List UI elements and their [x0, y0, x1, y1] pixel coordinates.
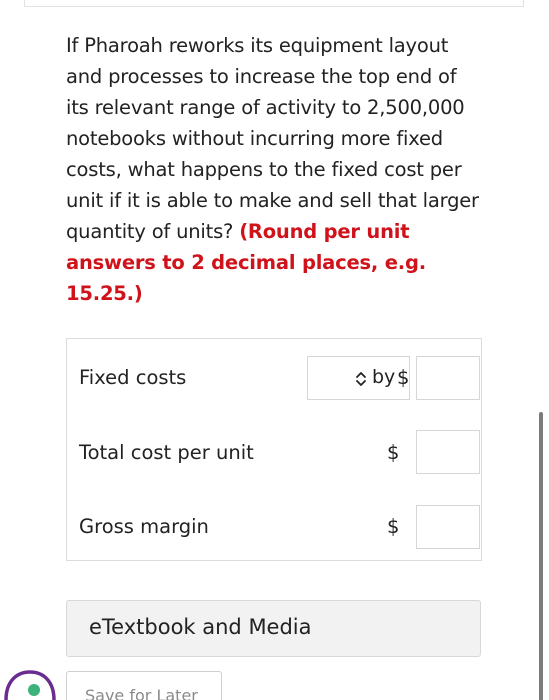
question-line: If Pharoah reworks its equipment layout: [66, 34, 449, 57]
question-line: notebooks without incurring more fixed: [66, 127, 443, 150]
rounding-instruction: 15.25.): [66, 282, 143, 305]
question-line: quantity of units? (Round per unit: [66, 216, 486, 247]
rounding-instruction: (Round per unit: [239, 220, 410, 243]
scrollbar[interactable]: [539, 412, 543, 700]
fixed-costs-label: Fixed costs: [79, 366, 187, 389]
save-for-later-label: Save for Later: [85, 686, 198, 700]
question-text: If Pharoah reworks its equipment layout …: [66, 30, 486, 309]
total-cost-per-unit-currency: $: [387, 441, 400, 464]
fixed-costs-amount-input[interactable]: [416, 356, 480, 400]
rounding-instruction: answers to 2 decimal places, e.g.: [66, 251, 426, 274]
question-line: its relevant range of activity to 2,500,…: [66, 96, 465, 119]
etextbook-and-media-label: eTextbook and Media: [89, 615, 312, 639]
question-page: If Pharoah reworks its equipment layout …: [0, 0, 549, 700]
gross-margin-currency: $: [387, 515, 400, 538]
question-line: costs, what happens to the fixed cost pe…: [66, 158, 462, 181]
question-line-plain: quantity of units?: [66, 220, 240, 243]
etextbook-and-media-button[interactable]: eTextbook and Media: [66, 600, 481, 657]
question-line: unit if it is able to make and sell that…: [66, 189, 479, 212]
gross-margin-label: Gross margin: [79, 515, 209, 538]
answer-table: Fixed costs by $ Total cost per unit $ G…: [66, 338, 482, 561]
total-cost-per-unit-input[interactable]: [416, 430, 480, 474]
chat-help-icon[interactable]: [0, 668, 60, 700]
chevron-up-down-icon: [356, 372, 366, 386]
gross-margin-input[interactable]: [416, 505, 480, 549]
fixed-costs-currency: $: [397, 366, 410, 389]
save-for-later-button[interactable]: Save for Later: [66, 671, 222, 700]
question-line: and processes to increase the top end of: [66, 65, 457, 88]
top-frame-border: [24, 0, 524, 7]
fixed-costs-select-value: by: [372, 366, 396, 388]
total-cost-per-unit-label: Total cost per unit: [79, 441, 254, 464]
fixed-costs-change-select[interactable]: by: [307, 356, 410, 400]
